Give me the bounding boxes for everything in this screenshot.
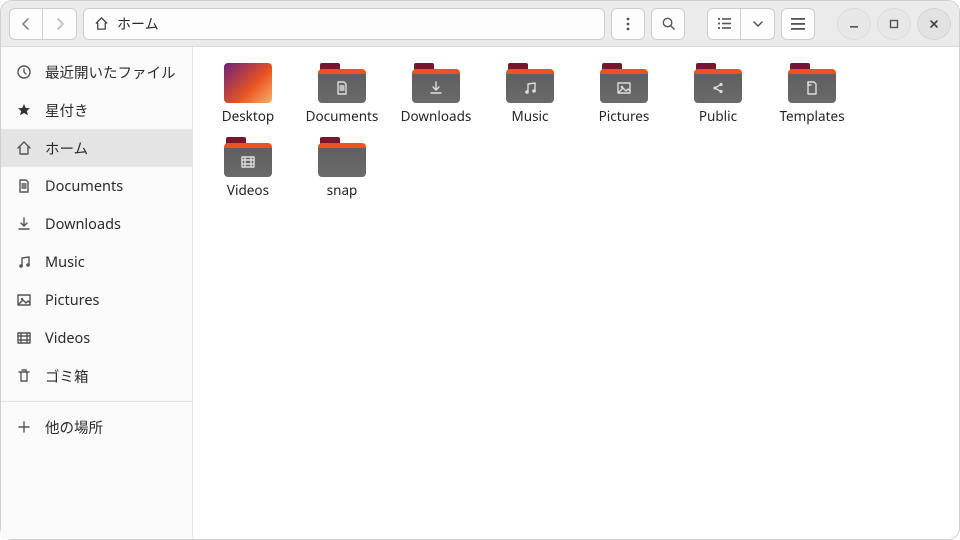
folder-icon — [318, 137, 366, 177]
icon-grid: Desktop Documents Downloads Music Pictures Pu… — [201, 59, 951, 202]
file-item[interactable]: Documents — [295, 59, 389, 129]
sidebar-item-pic[interactable]: Pictures — [1, 281, 192, 319]
path-bar[interactable]: ホーム — [83, 8, 605, 40]
file-label: Templates — [779, 109, 844, 125]
back-button[interactable] — [9, 8, 43, 40]
view-group — [707, 8, 775, 40]
pic-icon — [616, 80, 632, 96]
folder-icon — [412, 63, 460, 103]
sidebar-separator — [1, 401, 192, 402]
file-label: Public — [699, 109, 737, 125]
music-icon — [15, 254, 33, 270]
trash-icon — [15, 368, 33, 384]
folder-icon — [506, 63, 554, 103]
sidebar: 最近開いたファイル星付きホーム Documents Downloads Music Pi… — [1, 47, 193, 539]
folder-icon — [788, 63, 836, 103]
home-icon — [94, 16, 109, 31]
nav-group — [9, 8, 77, 40]
file-item[interactable]: Public — [671, 59, 765, 129]
sidebar-item-label: 星付き — [45, 100, 89, 121]
file-item[interactable]: Desktop — [201, 59, 295, 129]
file-item[interactable]: Pictures — [577, 59, 671, 129]
vid-icon — [240, 154, 256, 170]
sidebar-item-label: Pictures — [45, 290, 100, 310]
file-item[interactable]: Music — [483, 59, 577, 129]
sidebar-item-label: Downloads — [45, 214, 121, 234]
file-item[interactable]: snap — [295, 133, 389, 203]
plus-icon — [15, 419, 33, 435]
vid-icon — [15, 330, 33, 346]
content-area[interactable]: Desktop Documents Downloads Music Pictures Pu… — [193, 47, 959, 539]
file-label: Downloads — [401, 109, 472, 125]
home-icon — [15, 140, 33, 156]
pic-icon — [15, 292, 33, 308]
file-manager-window: ホーム 最近開いたフ — [0, 0, 960, 540]
path-location: ホーム — [117, 14, 159, 34]
sidebar-item-label: Music — [45, 252, 85, 272]
file-label: snap — [327, 183, 358, 199]
sidebar-item-star[interactable]: 星付き — [1, 91, 192, 129]
sidebar-item-down[interactable]: Downloads — [1, 205, 192, 243]
folder-icon — [318, 63, 366, 103]
star-icon — [15, 102, 33, 118]
headerbar: ホーム — [1, 1, 959, 47]
sidebar-item-label: Documents — [45, 176, 123, 196]
file-label: Pictures — [599, 109, 650, 125]
more-button[interactable] — [611, 8, 645, 40]
sidebar-item-label: 最近開いたファイル — [45, 62, 176, 83]
file-item[interactable]: Templates — [765, 59, 859, 129]
clock-icon — [15, 64, 33, 80]
sidebar-item-label: 他の場所 — [45, 417, 103, 438]
desktop-icon — [224, 63, 272, 103]
sidebar-item-label: ゴミ箱 — [45, 366, 89, 387]
search-button[interactable] — [651, 8, 685, 40]
minimize-button[interactable] — [837, 8, 871, 40]
doc-icon — [15, 178, 33, 194]
share-icon — [710, 80, 726, 96]
sidebar-item-other-locations[interactable]: 他の場所 — [1, 408, 192, 446]
down-icon — [428, 80, 444, 96]
sidebar-item-trash[interactable]: ゴミ箱 — [1, 357, 192, 395]
file-item[interactable]: Downloads — [389, 59, 483, 129]
sidebar-item-label: ホーム — [45, 138, 88, 159]
folder-icon — [694, 63, 742, 103]
folder-icon — [224, 137, 272, 177]
sidebar-item-music[interactable]: Music — [1, 243, 192, 281]
tmpl-icon — [804, 80, 820, 96]
file-item[interactable]: Videos — [201, 133, 295, 203]
sidebar-item-clock[interactable]: 最近開いたファイル — [1, 53, 192, 91]
close-button[interactable] — [917, 8, 951, 40]
down-icon — [15, 216, 33, 232]
doc-icon — [334, 80, 350, 96]
music-icon — [522, 80, 538, 96]
file-label: Music — [511, 109, 548, 125]
file-label: Desktop — [222, 109, 275, 125]
maximize-button[interactable] — [877, 8, 911, 40]
folder-icon — [600, 63, 648, 103]
sidebar-item-label: Videos — [45, 328, 90, 348]
sidebar-item-home[interactable]: ホーム — [1, 129, 192, 167]
window-body: 最近開いたファイル星付きホーム Documents Downloads Music Pi… — [1, 47, 959, 539]
sidebar-item-vid[interactable]: Videos — [1, 319, 192, 357]
hamburger-menu-button[interactable] — [781, 8, 815, 40]
forward-button[interactable] — [43, 8, 77, 40]
view-dropdown-button[interactable] — [741, 8, 775, 40]
list-view-button[interactable] — [707, 8, 741, 40]
sidebar-item-doc[interactable]: Documents — [1, 167, 192, 205]
file-label: Documents — [306, 109, 379, 125]
file-label: Videos — [227, 183, 269, 199]
